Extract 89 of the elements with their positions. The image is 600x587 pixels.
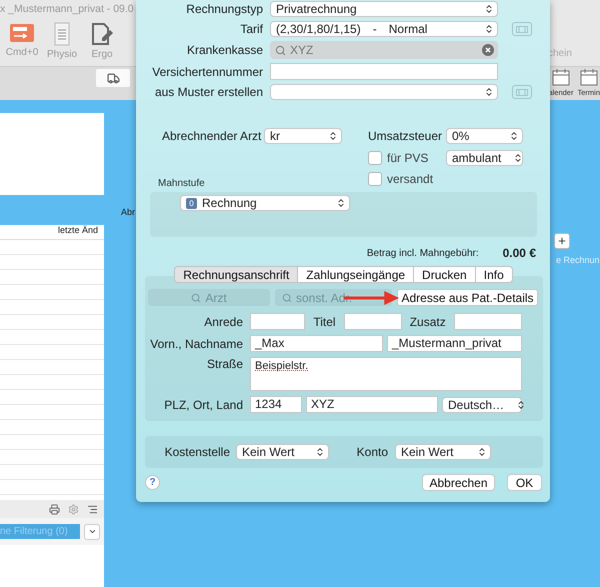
document-icon [53,22,71,46]
tab[interactable]: Drucken [413,266,476,283]
level-badge: 0 [186,198,197,208]
text-field[interactable] [250,313,306,330]
chevron-icon [88,527,96,536]
field-label: Kostenstelle [164,445,231,459]
checkbox[interactable] [368,172,382,186]
toolbar-label: Cmd+0 [6,47,38,58]
checkbox[interactable] [368,151,382,165]
field-label: Titel [313,314,336,328]
field-label: Zusatz [410,314,446,328]
toolbar-label: Ergo [91,49,113,60]
search-icon [282,292,292,302]
toolbar-label: Physio [46,49,77,60]
text-field[interactable]: _Max [250,335,383,352]
chevron-icon [484,87,494,97]
section-label: e Rechnun [556,255,600,265]
chevron-icon [328,131,338,141]
window-title: x _Mustermann_privat - 09.0 [0,2,134,17]
edit-document-icon [90,22,114,46]
tab[interactable]: Info [474,266,513,283]
text-field[interactable] [270,63,498,80]
field-label: Straße [206,357,243,371]
tab[interactable]: Zahlungseingänge [297,266,414,283]
settings-icon[interactable] [68,504,79,514]
checkbox-label: versandt [387,172,434,186]
text-field[interactable] [454,313,522,330]
text-field[interactable]: 1234 [250,396,302,413]
chevron-icon [484,4,494,14]
list-icon[interactable] [87,504,98,514]
popup-button[interactable]: kr [264,128,342,144]
popup-button[interactable] [270,84,498,100]
popup-button[interactable]: ambulant [446,150,523,166]
total-value: 0.00 € [502,246,536,260]
dialog-button[interactable]: Abbrechen [422,474,495,491]
calendar-icon [552,69,570,86]
invoice-icon [9,22,35,44]
chevron-icon [477,447,487,457]
popup-button[interactable]: 0 Rechnung [180,195,350,211]
address-button[interactable]: Adresse aus Pat.-Details [397,289,538,306]
card-button[interactable] [512,22,532,36]
text-field[interactable] [344,313,402,330]
dropdown-button[interactable] [84,524,100,540]
tab[interactable]: Rechnungsanschrift [174,266,298,283]
field-label: Krankenkasse [186,43,263,57]
popup-button[interactable]: Kein Wert [236,444,329,460]
search-icon [275,44,286,56]
field-label: Versichertennummer [151,64,263,78]
add-button[interactable] [554,233,570,249]
popup-button[interactable]: Deutsch… [442,396,522,412]
chevron-icon [509,131,519,141]
total-label: Betrag incl. Mahngebühr: [366,248,479,258]
text-area[interactable]: Beispielstr. [250,357,522,391]
chevron-icon [336,198,346,208]
field-label: PLZ, Ort, Land [163,398,243,412]
field-label: Umsatzsteuer [368,129,440,143]
field-label: Vorn., Nachname [149,336,243,350]
chevron-icon [484,24,494,34]
field-label: Tarif [239,22,263,36]
column-header: letzte Änd [0,225,104,240]
text-field[interactable]: XYZ [306,396,438,413]
help-button[interactable]: ? [145,475,160,490]
text-field[interactable]: _Mustermann_privat [387,335,522,352]
group-label: Mahnstufe [158,178,205,189]
dialog-button[interactable]: OK [507,474,542,491]
field-label: Rechnungstyp [185,2,263,16]
card-icon [516,88,528,96]
truck-icon [106,72,120,84]
field-label: Abrechnender Arzt [162,129,262,143]
popup-button[interactable]: 0% [446,128,523,144]
card-icon [516,26,528,32]
field-label: aus Muster erstellen [154,85,263,99]
popup-button[interactable]: (2,30/1,80/1,15) - Normal [270,21,498,37]
field-label: Anrede [203,314,243,328]
chevron-icon [315,447,325,457]
calendar-icon [580,69,598,86]
print-icon[interactable] [49,504,60,514]
field-label: Konto [356,445,389,459]
clear-icon[interactable] [482,44,494,56]
plus-icon [557,236,567,246]
popup-button[interactable]: Kein Wert [395,444,491,460]
chevron-icon [516,400,526,410]
checkbox-label: für PVS [387,151,428,165]
search-icon [191,292,202,302]
popup-button[interactable]: Privatrechnung [270,1,498,17]
section-label: Abr [121,207,136,217]
truck-button[interactable] [96,69,130,87]
chevron-icon [513,153,524,163]
card-button[interactable] [512,85,532,99]
